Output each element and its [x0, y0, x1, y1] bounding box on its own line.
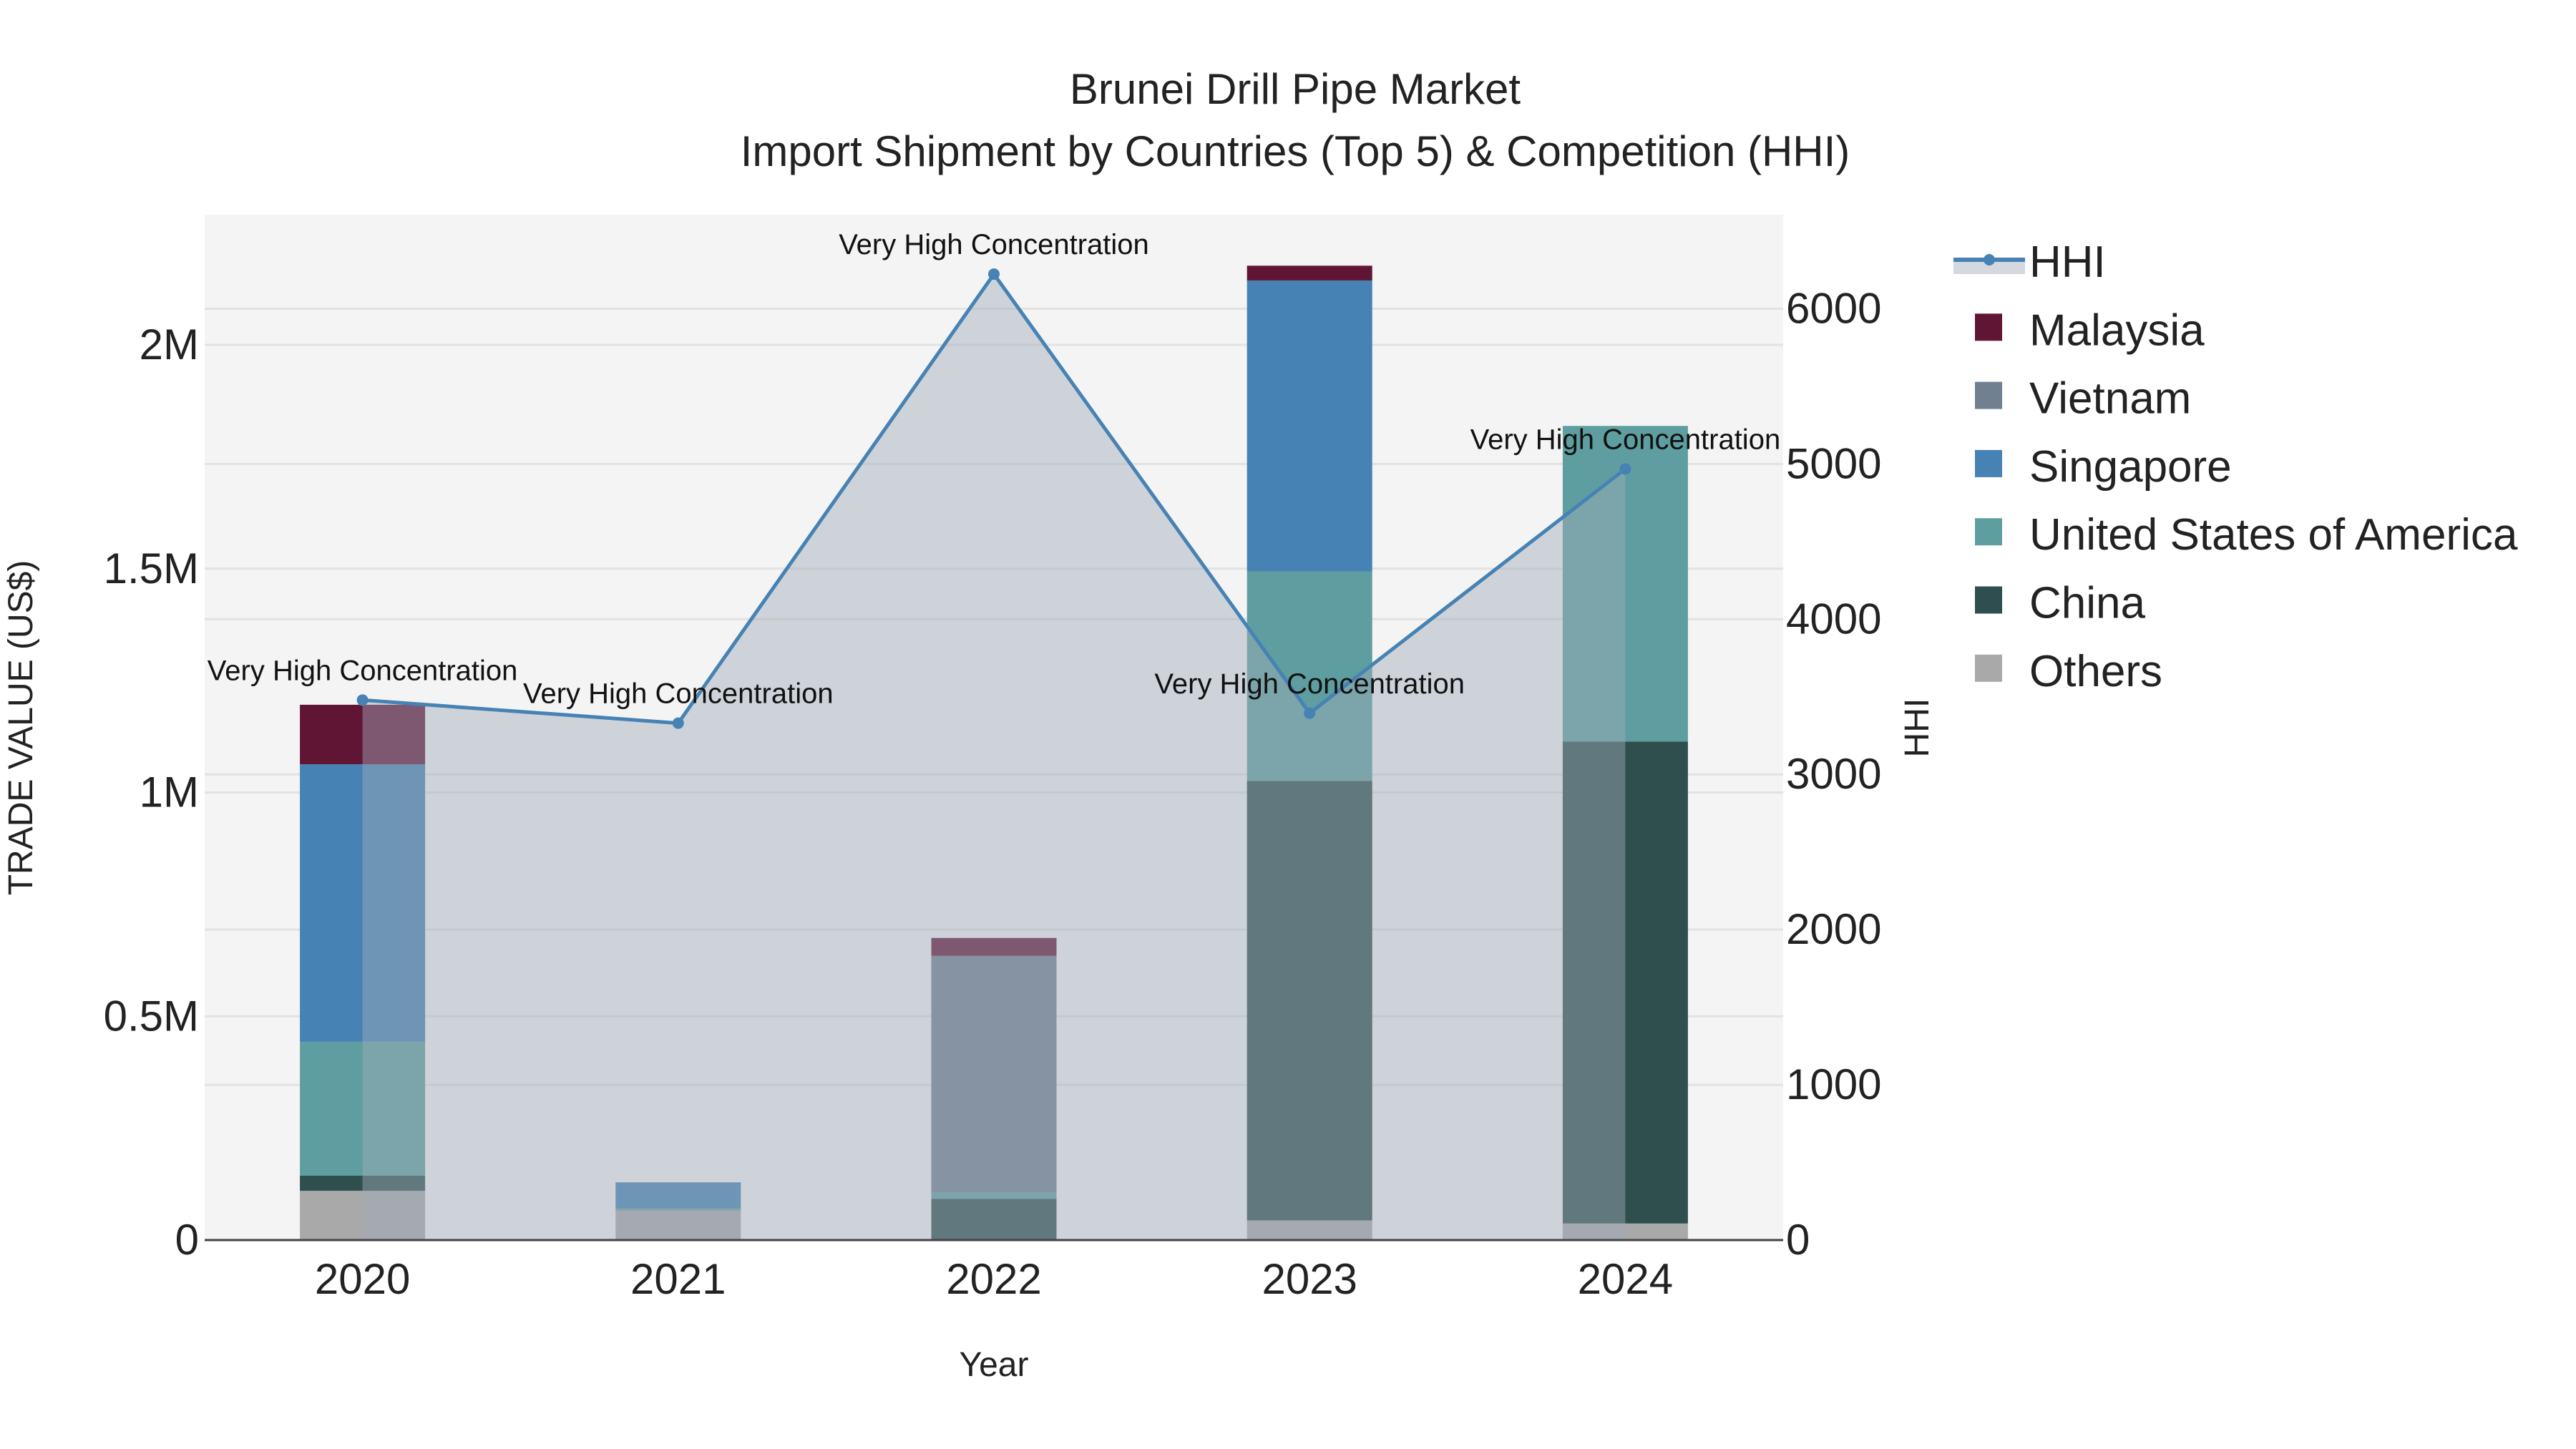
y2-tick-label: 3000: [1786, 750, 1881, 798]
chart-title: Brunei Drill Pipe Market: [1070, 65, 1521, 113]
y-tick-label: 1.5M: [104, 545, 199, 592]
legend-label-china: China: [2029, 579, 2146, 628]
legend-swatch-vietnam: [1975, 381, 2002, 409]
legend-label-vietnam: Vietnam: [2029, 374, 2191, 424]
legend-label-united-states-of-america: United States of America: [2029, 510, 2518, 560]
y2-tick-label: 0: [1786, 1216, 1810, 1264]
hhi-annotation-2022: Very High Concentration: [839, 229, 1149, 260]
hhi-point-2022: [988, 268, 1000, 280]
legend-label-hhi: HHI: [2029, 238, 2106, 287]
y2-tick-label: 4000: [1786, 595, 1881, 643]
y-tick-label: 0: [175, 1216, 199, 1264]
legend-swatch-china: [1975, 586, 2002, 614]
hhi-point-2021: [672, 717, 684, 729]
hhi-point-2020: [356, 694, 369, 706]
legend-label-singapore: Singapore: [2029, 442, 2232, 492]
legend-swatch-malaysia: [1975, 313, 2002, 341]
bar-malaysia-2023: [1246, 265, 1372, 280]
legend-hhi-marker: [1984, 254, 1995, 265]
legend-swatch-united-states-of-america: [1975, 518, 2002, 546]
y2-tick-label: 5000: [1786, 439, 1881, 487]
legend-label-malaysia: Malaysia: [2029, 306, 2205, 355]
legend-swatch-singapore: [1975, 449, 2002, 477]
legend-label-others: Others: [2029, 647, 2162, 696]
y-tick-label: 1M: [140, 769, 199, 816]
x-tick-label: 2022: [946, 1255, 1041, 1303]
chart: Brunei Drill Pipe Market Import Shipment…: [0, 0, 2576, 1449]
hhi-annotation-2024: Very High Concentration: [1470, 424, 1781, 455]
bar-singapore-2023: [1246, 280, 1372, 572]
y2-axis-title: HHI: [1898, 698, 1936, 758]
x-tick-label: 2023: [1262, 1255, 1357, 1303]
hhi-point-2024: [1619, 463, 1631, 475]
legend-swatch-others: [1975, 654, 2002, 682]
x-tick-label: 2020: [315, 1255, 410, 1303]
hhi-annotation-2021: Very High Concentration: [523, 678, 834, 710]
y2-tick-label: 1000: [1786, 1060, 1881, 1108]
hhi-annotation-2020: Very High Concentration: [208, 655, 518, 686]
y-tick-label: 0.5M: [104, 992, 199, 1040]
x-tick-label: 2021: [630, 1255, 726, 1303]
y2-tick-label: 2000: [1786, 905, 1881, 953]
y2-tick-label: 6000: [1786, 284, 1881, 332]
x-axis-title: Year: [960, 1346, 1029, 1384]
chart-subtitle: Import Shipment by Countries (Top 5) & C…: [741, 127, 1850, 175]
hhi-annotation-2023: Very High Concentration: [1154, 668, 1465, 700]
y-axis-title: TRADE VALUE (US$): [2, 560, 40, 896]
y-tick-label: 2M: [140, 321, 199, 369]
x-tick-label: 2024: [1578, 1255, 1673, 1303]
hhi-point-2023: [1304, 707, 1316, 719]
